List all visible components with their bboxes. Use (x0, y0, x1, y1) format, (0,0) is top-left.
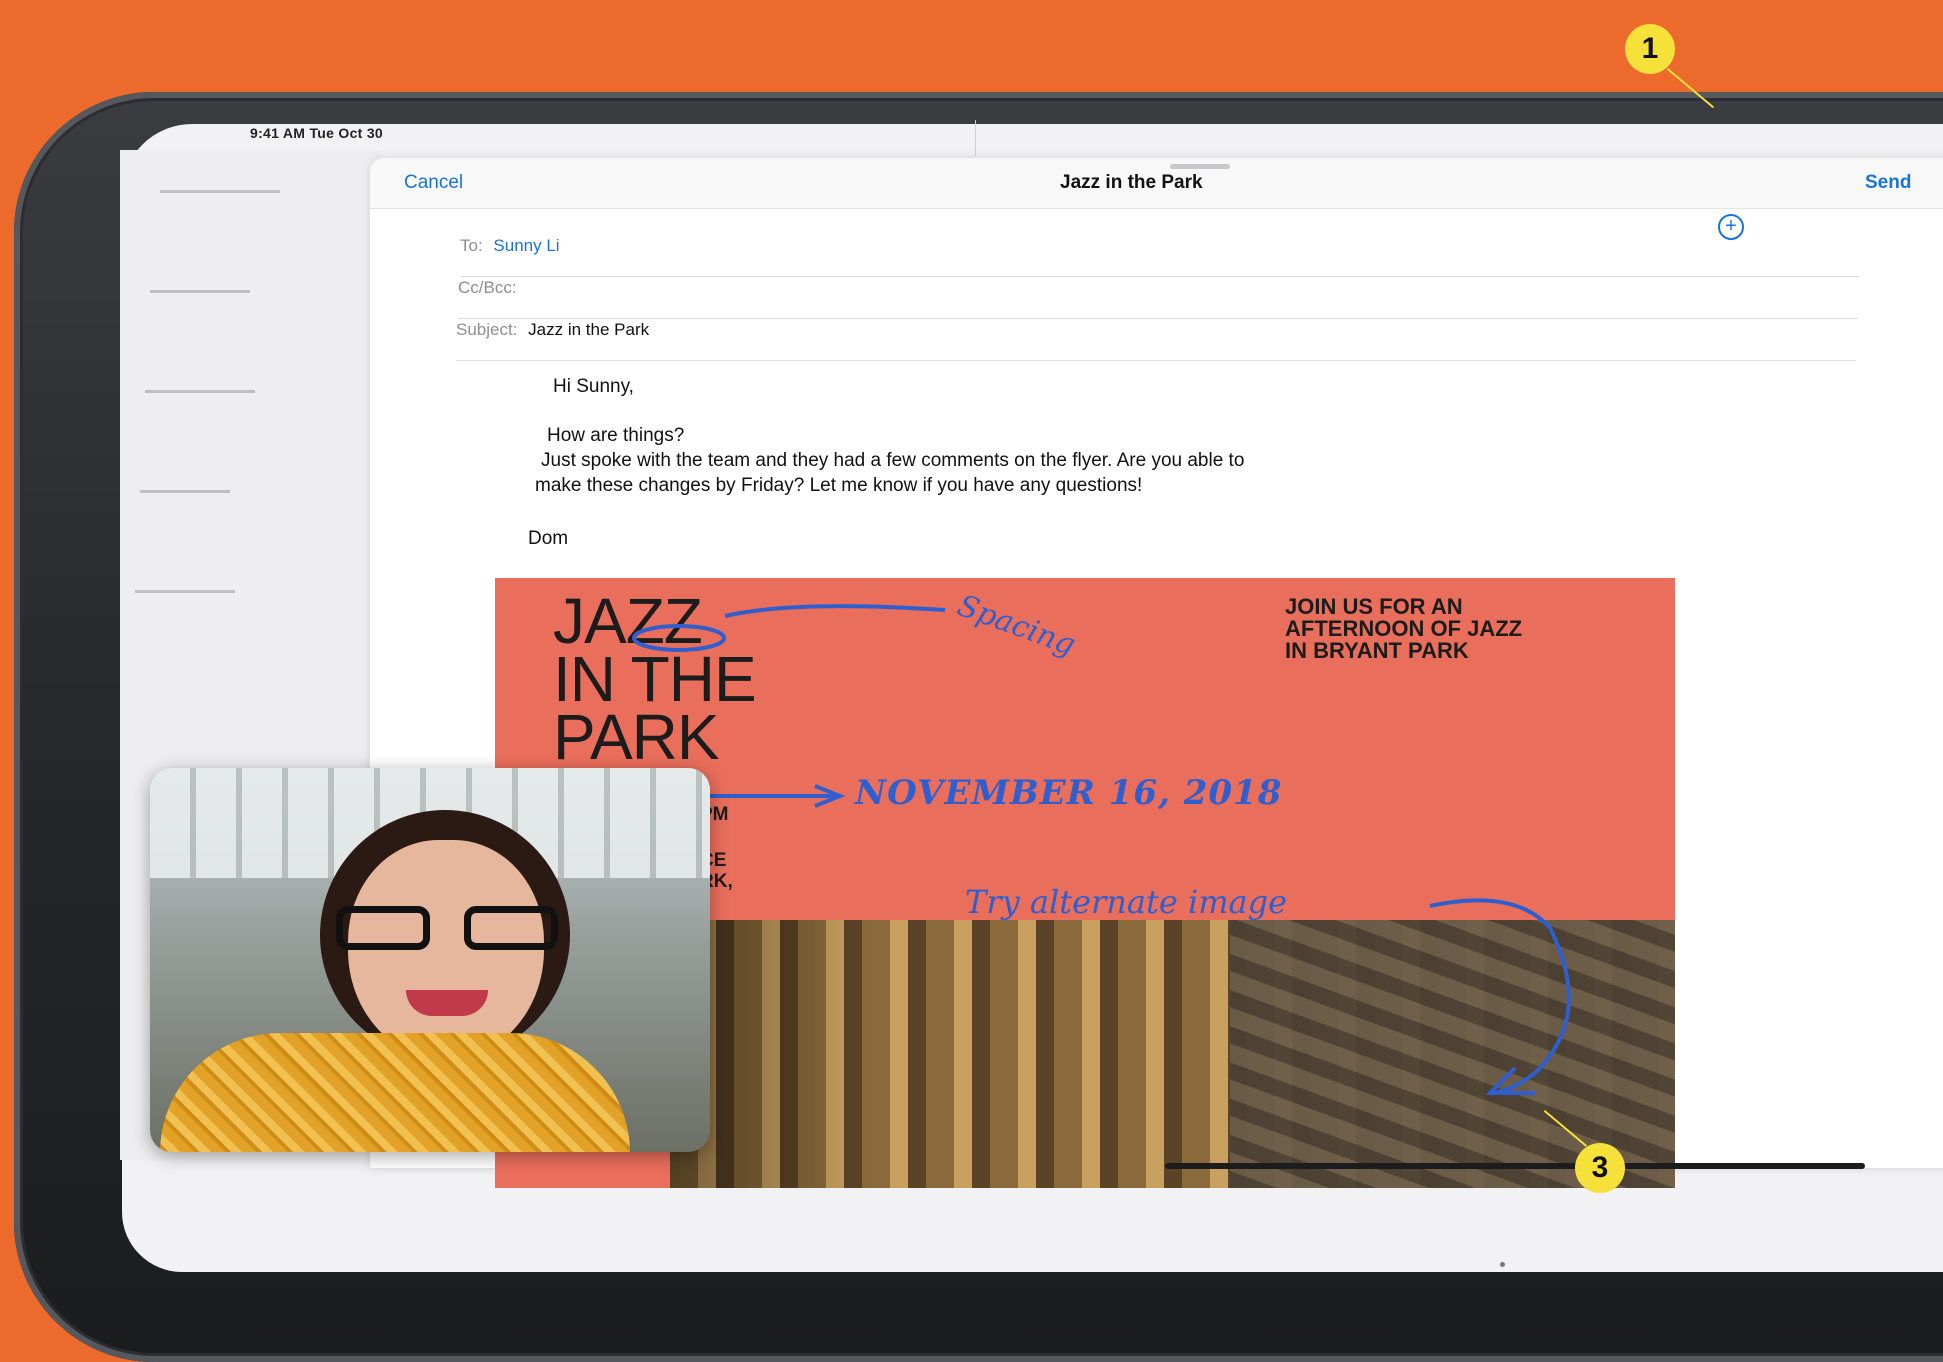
person-smile (406, 990, 488, 1016)
facetime-video-pip[interactable] (150, 768, 710, 1152)
add-recipient-icon[interactable]: + (1718, 214, 1744, 240)
split-divider (975, 120, 976, 156)
greeting[interactable]: Hi Sunny, (553, 374, 634, 399)
to-field[interactable]: To: Sunny Li (460, 236, 1860, 277)
to-label: To: (460, 236, 483, 255)
send-button[interactable]: Send (1865, 172, 1911, 194)
list-item-line (160, 190, 280, 193)
list-item-line (145, 390, 255, 393)
annotation-date: NOVEMBER 16, 2018 (855, 773, 1283, 813)
callout-3-badge: 3 (1575, 1143, 1625, 1193)
body-line-3[interactable]: make these changes by Friday? Let me kno… (535, 473, 1142, 498)
compose-navbar: Cancel Jazz in the Park Send (370, 158, 1943, 209)
body-line-1[interactable]: How are things? (547, 423, 684, 448)
camera-dot (1500, 1262, 1505, 1267)
person-shirt (160, 1033, 630, 1152)
sheet-grabber[interactable] (1170, 164, 1230, 169)
annotation-alternate-image: Try alternate image (965, 883, 1288, 921)
ccbcc-label: Cc/Bcc: (458, 278, 517, 297)
status-time: 9:41 AM Tue Oct 30 (250, 125, 383, 141)
glasses-icon (336, 906, 562, 954)
list-item-line (135, 590, 235, 593)
compose-title: Jazz in the Park (1060, 172, 1203, 193)
ccbcc-field[interactable]: Cc/Bcc: (458, 278, 1858, 319)
callout-1-badge: 1 (1625, 24, 1675, 74)
list-item-line (140, 490, 230, 493)
subject-value[interactable]: Jazz in the Park (528, 320, 649, 339)
home-indicator[interactable] (1165, 1163, 1865, 1169)
body-line-2[interactable]: Just spoke with the team and they had a … (541, 448, 1244, 473)
cancel-button[interactable]: Cancel (404, 172, 463, 194)
list-item-line (150, 290, 250, 293)
subject-label: Subject: (456, 320, 518, 339)
subject-field[interactable]: Subject: Jazz in the Park (456, 320, 1856, 361)
to-recipient[interactable]: Sunny Li (493, 236, 559, 255)
signature[interactable]: Dom (528, 526, 568, 551)
